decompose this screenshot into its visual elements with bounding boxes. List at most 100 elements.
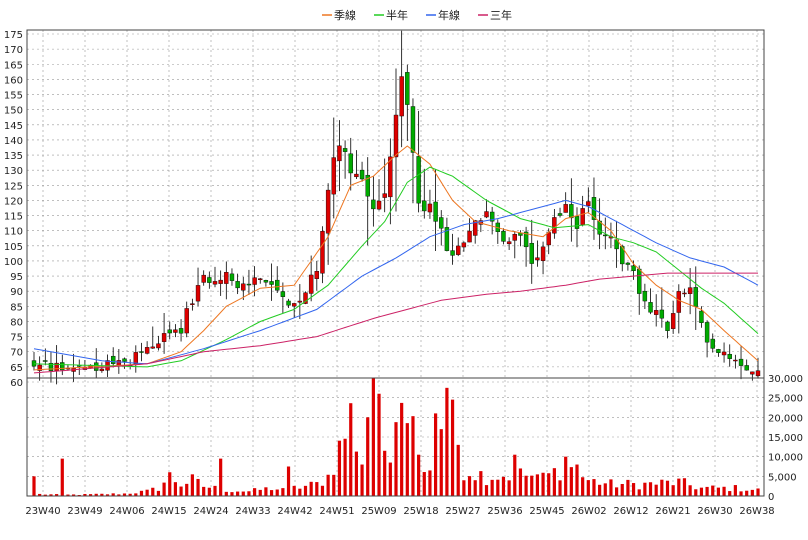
volume-bar — [145, 489, 149, 496]
candle-body — [195, 285, 201, 302]
candle-body — [704, 322, 710, 343]
x-tick-label: 24W24 — [193, 506, 228, 517]
volume-bar — [654, 484, 658, 496]
candle-body — [535, 257, 540, 261]
volume-bar — [603, 483, 607, 496]
candle-body — [659, 309, 665, 319]
volume-bar — [479, 471, 483, 496]
candle-body — [699, 310, 704, 323]
volume-bar — [275, 489, 279, 496]
candle-body — [99, 368, 105, 372]
volume-bar — [575, 464, 579, 496]
ma-year-line — [33, 199, 759, 365]
volume-bar — [241, 491, 245, 496]
volume-bar — [388, 462, 392, 496]
volume-bar — [185, 483, 189, 496]
volume-bar — [535, 474, 540, 496]
candle-body — [512, 234, 517, 241]
x-tick-label: 24W51 — [319, 506, 354, 517]
volume-bar — [507, 480, 511, 496]
candle-body — [721, 351, 727, 356]
volume-bar — [609, 479, 613, 496]
volume-bar — [139, 490, 144, 496]
candle-body — [291, 303, 297, 307]
price-tick-label: 80 — [10, 317, 23, 328]
candle-body — [653, 310, 659, 315]
candle-body — [161, 333, 167, 342]
volume-bar — [298, 488, 302, 496]
candle-body — [755, 370, 761, 377]
ma-3year-line — [33, 272, 758, 374]
volume-tick-label: 15,000 — [768, 433, 803, 444]
volume-bar — [739, 491, 743, 496]
candle-body — [241, 283, 246, 291]
candle-body — [687, 287, 693, 294]
price-tick-label: 75 — [10, 333, 23, 344]
x-tick-label: 24W33 — [235, 506, 270, 517]
price-tick-label: 150 — [4, 106, 23, 117]
volume-bar — [207, 487, 211, 496]
volume-bar — [400, 402, 404, 496]
volume-bar — [439, 429, 443, 496]
price-tick-label: 155 — [4, 91, 23, 102]
candle-body — [207, 277, 212, 283]
volume-bar — [569, 467, 573, 496]
price-tick-label: 65 — [10, 363, 23, 374]
volume-bar — [394, 422, 398, 496]
volume-bar — [168, 472, 172, 496]
candle-body — [557, 213, 563, 216]
volume-bar — [745, 490, 749, 496]
volume-bar — [592, 479, 596, 496]
volume-bar — [156, 490, 161, 496]
candle-body — [359, 169, 365, 180]
volume-bar — [366, 417, 370, 496]
candle-body — [467, 230, 472, 243]
volume-bar — [219, 458, 223, 496]
candle-body — [665, 321, 670, 331]
price-tick-label: 130 — [4, 166, 23, 177]
candle-body — [167, 329, 172, 334]
candle-body — [642, 290, 648, 302]
volume-bar — [337, 440, 342, 496]
volume-tick-label: 20,000 — [768, 413, 803, 424]
volume-bar — [688, 485, 692, 496]
candle-body — [422, 200, 427, 212]
volume-bar — [236, 491, 240, 496]
price-tick-label: 60 — [10, 378, 23, 389]
volume-bar — [631, 483, 636, 496]
candle-body — [263, 280, 269, 283]
volume-bar — [671, 485, 675, 496]
volume-bar — [422, 472, 426, 496]
candle-body — [393, 114, 399, 158]
legend-entry-label: 季線 — [334, 8, 356, 22]
volume-tick-label: 25,000 — [768, 394, 803, 405]
volume-bar — [230, 492, 234, 496]
x-axis: 23W40 23W49 24W06 24W15 24W24 24W33 24W42 24W51… — [25, 506, 774, 517]
volume-bar — [450, 399, 455, 496]
volume-bar — [716, 487, 721, 496]
candle-body — [258, 278, 263, 280]
candle-body — [184, 308, 189, 334]
candle-body — [631, 265, 636, 271]
candle-body — [552, 217, 557, 234]
volume-bar — [354, 451, 359, 496]
candle-body — [325, 189, 331, 234]
candle-body — [569, 204, 574, 219]
volume-tick-label: 30,000 — [768, 374, 803, 385]
volume-bar — [586, 480, 590, 496]
candle-body — [110, 355, 116, 364]
candle-body — [156, 343, 161, 349]
volume-tick-label: 0 — [768, 492, 774, 503]
volume-bar — [286, 466, 291, 496]
candle-body — [178, 328, 184, 334]
volume-bar — [467, 476, 472, 496]
price-tick-label: 175 — [4, 30, 23, 41]
candle-body — [733, 359, 738, 362]
candle-body — [139, 351, 144, 353]
x-tick-label: 23W40 — [25, 506, 60, 517]
volume-bar — [462, 480, 466, 496]
x-tick-label: 24W06 — [109, 506, 144, 517]
candle-body — [744, 365, 749, 371]
candle-body — [580, 208, 585, 225]
candle-body — [586, 201, 591, 207]
